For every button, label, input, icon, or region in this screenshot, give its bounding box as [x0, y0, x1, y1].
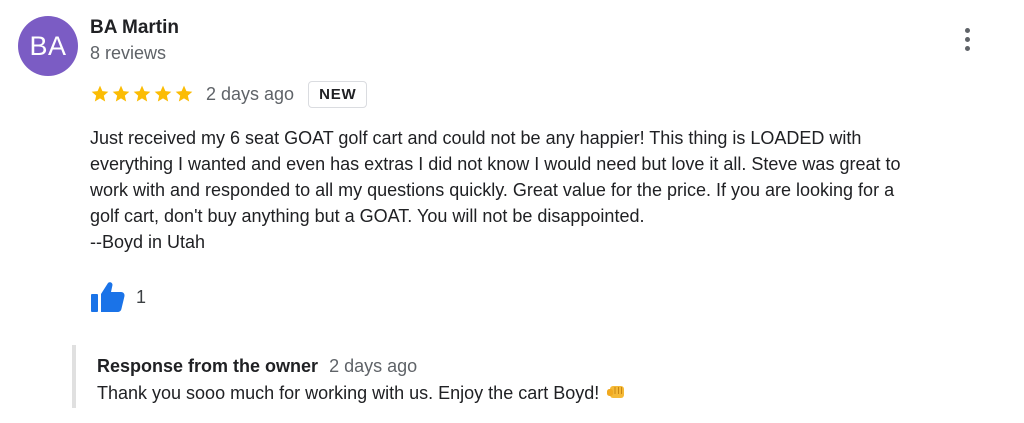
author-name[interactable]: BA Martin	[90, 17, 179, 39]
owner-response-text-container: Thank you sooo much for working with us.…	[97, 380, 772, 406]
review-line: --Boyd in Utah	[90, 232, 206, 252]
fist-bump-icon	[607, 386, 625, 398]
owner-response-text: Thank you sooo much for working with us.…	[97, 383, 600, 403]
new-badge: NEW	[308, 80, 368, 108]
like-row: 1	[90, 281, 146, 313]
more-vert-icon[interactable]	[954, 22, 980, 56]
star-icon	[112, 85, 130, 102]
review-text: Just received my 6 seat GOAT golf cart a…	[90, 125, 1010, 255]
star-icon	[91, 85, 109, 102]
owner-response-title: Response from the owner	[97, 356, 319, 376]
review-line: everything I wanted and even has extras …	[90, 154, 901, 174]
avatar-initials: BA	[29, 30, 67, 61]
like-button[interactable]	[90, 281, 128, 313]
rating-row: 2 days ago NEW	[90, 79, 368, 109]
owner-response-header: Response from the owner 2 days ago	[97, 345, 772, 377]
star-icon	[154, 85, 172, 102]
review-line: work with and responded to all my questi…	[90, 180, 895, 200]
owner-response: Response from the owner 2 days ago Thank…	[72, 345, 772, 408]
review-card: BA BA Martin 8 reviews 2 days ago NEW Ju…	[0, 0, 1024, 423]
star-icon	[133, 85, 151, 102]
star-icon	[175, 85, 193, 102]
author-review-count[interactable]: 8 reviews	[90, 43, 166, 64]
owner-response-date: 2 days ago	[329, 356, 418, 376]
avatar[interactable]: BA	[18, 16, 78, 76]
review-line: golf cart, don't buy anything but a GOAT…	[90, 206, 645, 226]
review-date: 2 days ago	[206, 83, 295, 104]
like-count: 1	[136, 286, 147, 307]
review-line: Just received my 6 seat GOAT golf cart a…	[90, 128, 862, 148]
thumbs-up-icon	[91, 282, 125, 312]
star-rating	[90, 84, 194, 104]
